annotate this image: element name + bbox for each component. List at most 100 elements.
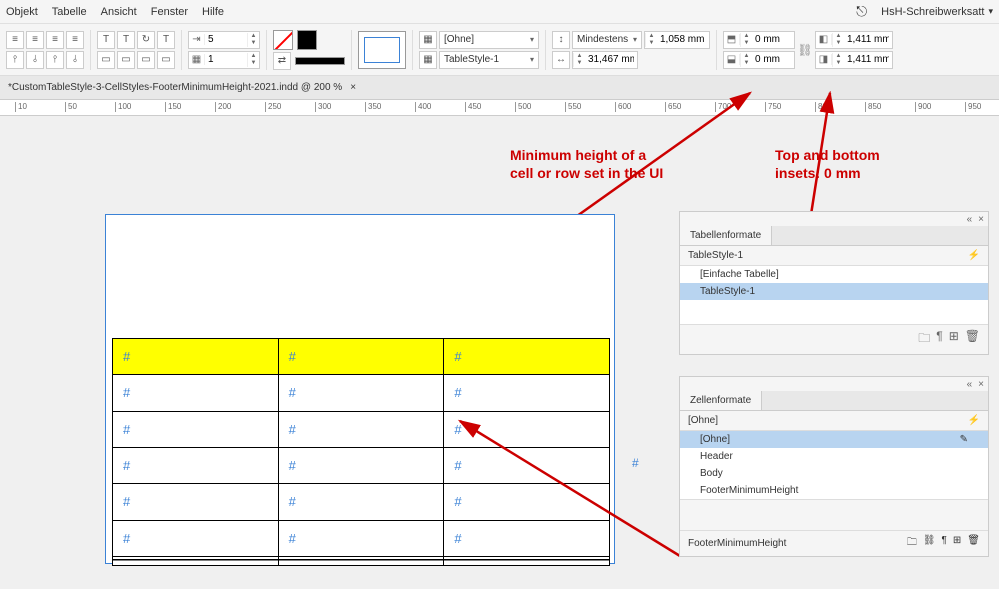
clear-override-icon[interactable]: ¶ <box>936 329 942 350</box>
text-dir-icon[interactable]: T <box>157 31 175 49</box>
inset-bottom-input[interactable]: ⬓▲▼ <box>723 51 795 69</box>
cell-style-dropdown[interactable]: [Ohne]▾ <box>439 31 539 49</box>
row-height-input[interactable]: ▲▼ <box>644 31 710 49</box>
table-cell[interactable]: # <box>278 411 444 447</box>
close-tab-icon[interactable]: × <box>350 82 356 93</box>
cell-style-item[interactable]: Header <box>680 448 988 465</box>
control-panel: ≡ ≡ ≡ ≡ ⫯ ⫰ ⫯ ⫰ T T ↻ T ▭ ▭ ▭ ▭ ⇥▲▼ <box>0 24 999 76</box>
height-mode-dropdown[interactable]: Mindestens▾ <box>572 31 642 49</box>
align-left-icon[interactable]: ≡ <box>6 31 24 49</box>
applied-cell-style: FooterMinimumHeight <box>688 538 786 549</box>
table-cell[interactable]: # <box>113 375 279 411</box>
link-insets-icon[interactable]: ⛓ <box>798 35 812 65</box>
trash-icon[interactable]: 🗑 <box>967 535 980 552</box>
stroke-preview <box>295 57 345 65</box>
valign-middle-icon[interactable]: ⫰ <box>26 51 44 69</box>
document-canvas: Minimum height of a cell or row set in t… <box>0 116 999 589</box>
workspace-switcher[interactable]: HsH-Schreibwerksatt▾ <box>881 6 993 18</box>
overflow-icon: # <box>632 456 639 470</box>
annotation-text-2: Top and bottom insets: 0 mm <box>775 146 880 182</box>
table-styles-panel: « × Tabellenformate TableStyle-1 ⚡ [Einfac… <box>679 211 989 355</box>
table-cell[interactable]: # <box>278 375 444 411</box>
table-footer-cell[interactable] <box>278 556 444 565</box>
panel-tab-zellenformate[interactable]: Zellenformate <box>680 391 762 410</box>
panel-collapse-icon[interactable]: « <box>967 379 973 390</box>
table-cell[interactable]: # <box>113 447 279 483</box>
align-opt1-icon[interactable]: ▭ <box>97 51 115 69</box>
new-style-icon[interactable]: ⊞ <box>953 535 961 552</box>
indent-left-input[interactable]: ⇥▲▼ <box>188 31 260 49</box>
valign-top-icon[interactable]: ⫯ <box>6 51 24 69</box>
menu-fenster[interactable]: Fenster <box>151 6 188 18</box>
table-cell[interactable]: # <box>113 520 279 556</box>
table-cell[interactable]: # <box>278 339 444 375</box>
table-footer-cell[interactable] <box>113 556 279 565</box>
table-cell[interactable]: # <box>113 484 279 520</box>
align-opt3-icon[interactable]: ▭ <box>137 51 155 69</box>
align-center-icon[interactable]: ≡ <box>26 31 44 49</box>
panel-close-icon[interactable]: × <box>978 379 984 390</box>
table-cell[interactable]: # <box>113 339 279 375</box>
text-rot-icon[interactable]: ↻ <box>137 31 155 49</box>
table-style-dropdown[interactable]: TableStyle-1▾ <box>439 51 539 69</box>
text-dir-horiz-icon[interactable]: T <box>97 31 115 49</box>
document-tab[interactable]: *CustomTableStyle-3-CellStyles-FooterMin… <box>0 76 999 100</box>
table-cell[interactable]: # <box>444 411 610 447</box>
link-icon[interactable]: ⛓ <box>923 535 936 552</box>
table-style-item[interactable]: [Einfache Tabelle] <box>680 266 988 283</box>
valign-bottom-icon[interactable]: ⫯ <box>46 51 64 69</box>
folder-icon[interactable]: 🗀 <box>918 329 930 350</box>
cell-style-item[interactable]: [Ohne]✎ <box>680 431 988 448</box>
col-width-icon: ↔ <box>552 51 570 69</box>
swap-colors-icon[interactable]: ⇄ <box>273 52 291 70</box>
menu-bar: Objekt Tabelle Ansicht Fenster Hilfe ⎋ H… <box>0 0 999 24</box>
row-height-icon: ↕ <box>552 31 570 49</box>
panel-tab-tabellenformate[interactable]: Tabellenformate <box>680 226 772 245</box>
cellstyle-icon: ▦ <box>419 31 437 49</box>
cell-style-item[interactable]: FooterMinimumHeight <box>680 482 988 499</box>
table-cell[interactable]: # <box>278 484 444 520</box>
new-style-icon[interactable]: ⊞ <box>949 329 959 350</box>
stroke-swatch-icon[interactable] <box>297 30 317 50</box>
valign-justify-icon[interactable]: ⫰ <box>66 51 84 69</box>
table-footer-cell[interactable] <box>444 556 610 565</box>
menu-objekt[interactable]: Objekt <box>6 6 38 18</box>
fill-swatch-icon[interactable] <box>273 30 293 50</box>
panel-collapse-icon[interactable]: « <box>967 214 973 225</box>
tablestyle-icon: ▦ <box>419 51 437 69</box>
table-cell[interactable]: # <box>444 447 610 483</box>
panel-close-icon[interactable]: × <box>978 214 984 225</box>
align-opt4-icon[interactable]: ▭ <box>157 51 175 69</box>
table-cell[interactable]: # <box>113 411 279 447</box>
table-style-item[interactable]: TableStyle-1 <box>680 283 988 300</box>
cell-style-item[interactable]: Body <box>680 465 988 482</box>
table-cell[interactable]: # <box>278 447 444 483</box>
text-dir-vert-icon[interactable]: T <box>117 31 135 49</box>
clear-override-icon[interactable]: ¶ <box>942 535 947 552</box>
share-icon[interactable]: ⎋ <box>856 3 867 20</box>
rows-input[interactable]: ▦▲▼ <box>188 51 260 69</box>
table-cell[interactable]: # <box>444 520 610 556</box>
cell-preview[interactable] <box>358 31 406 69</box>
table-cell[interactable]: # <box>444 484 610 520</box>
cell-styles-panel: «× Zellenformate [Ohne]⚡ [Ohne]✎ Header … <box>679 376 989 557</box>
col-width-input[interactable]: ▲▼ <box>572 51 638 69</box>
inset-top-input[interactable]: ⬒▲▼ <box>723 31 795 49</box>
menu-hilfe[interactable]: Hilfe <box>202 6 224 18</box>
edit-icon[interactable]: ✎ <box>960 434 968 445</box>
align-justify-icon[interactable]: ≡ <box>66 31 84 49</box>
inset-right-input[interactable]: ◨▲▼ <box>815 51 893 69</box>
table-cell[interactable]: # <box>278 520 444 556</box>
sample-table[interactable]: ### ### ### ### ### ### <box>112 338 610 566</box>
menu-tabelle[interactable]: Tabelle <box>52 6 87 18</box>
folder-icon[interactable]: 🗀 <box>907 535 917 552</box>
bolt-icon[interactable]: ⚡ <box>968 250 980 261</box>
align-right-icon[interactable]: ≡ <box>46 31 64 49</box>
table-cell[interactable]: # <box>444 339 610 375</box>
menu-ansicht[interactable]: Ansicht <box>101 6 137 18</box>
table-cell[interactable]: # <box>444 375 610 411</box>
bolt-icon[interactable]: ⚡ <box>968 415 980 426</box>
inset-left-input[interactable]: ◧▲▼ <box>815 31 893 49</box>
trash-icon[interactable]: 🗑 <box>965 329 980 350</box>
align-opt2-icon[interactable]: ▭ <box>117 51 135 69</box>
